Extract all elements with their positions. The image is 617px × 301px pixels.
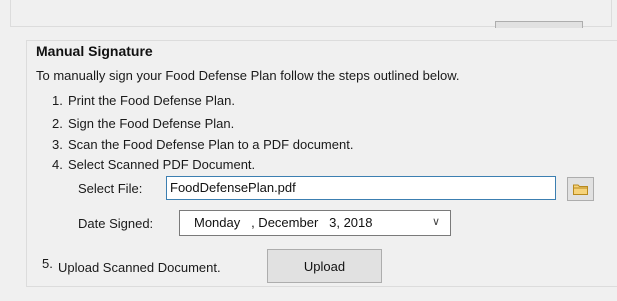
step-text: Print the Food Defense Plan.: [68, 93, 235, 108]
step-item-2: 2. Sign the Food Defense Plan.: [52, 116, 234, 131]
step-number: 4.: [52, 157, 63, 172]
manual-signature-intro: To manually sign your Food Defense Plan …: [36, 68, 460, 83]
step-text: Sign the Food Defense Plan.: [68, 116, 235, 131]
date-signed-picker[interactable]: Monday , December 3, 2018 ∨: [179, 210, 451, 236]
folder-icon: [573, 184, 588, 195]
step-item-5: 5. Upload Scanned Document.: [42, 256, 221, 275]
step-item-1: 1. Print the Food Defense Plan.: [52, 93, 235, 108]
step-text: Upload Scanned Document.: [58, 260, 221, 275]
date-signed-value: Monday , December 3, 2018: [194, 215, 373, 230]
step-number: 2.: [52, 116, 63, 131]
date-signed-label: Date Signed:: [78, 216, 154, 231]
step-number: 3.: [52, 137, 63, 152]
previous-section-panel: [10, 0, 612, 28]
step-item-3: 3. Scan the Food Defense Plan to a PDF do…: [52, 137, 353, 152]
browse-file-button[interactable]: [567, 177, 594, 201]
step-text: Select Scanned PDF Document.: [68, 157, 256, 172]
previous-section-button[interactable]: [495, 21, 583, 28]
manual-signature-title: Manual Signature: [36, 43, 153, 59]
step-text: Scan the Food Defense Plan to a PDF docu…: [68, 137, 354, 152]
upload-button[interactable]: Upload: [267, 249, 382, 283]
select-file-input[interactable]: FoodDefensePlan.pdf: [166, 176, 556, 200]
step-number: 5.: [42, 256, 53, 271]
chevron-down-icon[interactable]: ∨: [432, 215, 440, 228]
select-file-label: Select File:: [78, 181, 143, 196]
step-number: 1.: [52, 93, 63, 108]
step-item-4: 4. Select Scanned PDF Document.: [52, 157, 255, 172]
